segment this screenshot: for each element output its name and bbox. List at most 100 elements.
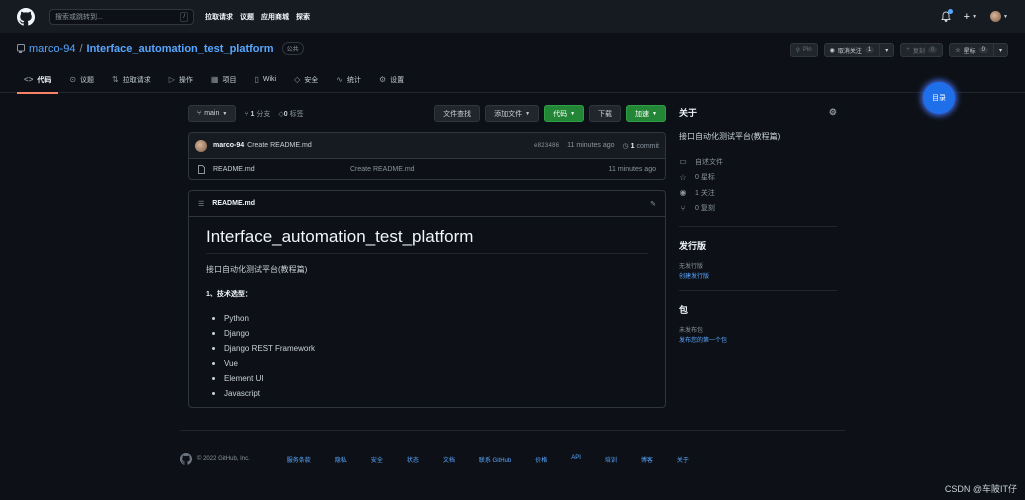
commit-history-link[interactable]: ◷ 1 commit: [623, 142, 659, 150]
github-mark-icon[interactable]: [180, 453, 192, 465]
watchers-link[interactable]: ◉ 1 关注: [679, 185, 837, 201]
eye-icon: ◉: [679, 188, 687, 198]
watermark: CSDN @车陂IT仔: [944, 484, 1017, 494]
chevron-down-icon: ▼: [222, 110, 228, 117]
search-shortcut-hint: /: [180, 11, 188, 22]
commit-message[interactable]: Create README.md: [247, 142, 312, 149]
nav-issues[interactable]: 议题: [240, 12, 254, 22]
code-button-label: 代码: [553, 110, 568, 118]
footer-link-api[interactable]: API: [571, 455, 581, 464]
readme-section-heading: 1、技术选型：: [206, 291, 252, 298]
footer-link-security[interactable]: 安全: [371, 455, 383, 464]
branch-count-label: 分支: [256, 110, 271, 118]
star-button[interactable]: ☆ 星标 0 ▾: [949, 43, 1008, 57]
packages-heading[interactable]: 包: [679, 303, 837, 316]
footer-link-blog[interactable]: 博客: [641, 455, 653, 464]
footer-link-status[interactable]: 状态: [407, 455, 419, 464]
readme-subtitle: 接口自动化测试平台(教程篇): [206, 265, 308, 274]
footer-link-privacy[interactable]: 隐私: [335, 455, 347, 464]
list-item: Django REST Framework: [206, 341, 648, 356]
table-row: README.md Create README.md 11 minutes ag…: [189, 159, 665, 180]
pin-button[interactable]: ⚲ Pin: [789, 43, 818, 57]
find-file-button[interactable]: 文件查找: [434, 105, 481, 122]
tab-label: 项目: [222, 76, 237, 84]
publish-package-link[interactable]: 发布您的第一个包: [679, 335, 837, 344]
chevron-down-icon: ▼: [652, 110, 657, 117]
tab-label: 统计: [346, 76, 361, 84]
toc-floating-button[interactable]: 目录: [923, 82, 955, 114]
list-item: Javascript: [206, 386, 648, 401]
footer: © 2022 GitHub, Inc. 服务条款 隐私 安全 状态 文档 联系 …: [180, 430, 845, 465]
readme-link[interactable]: ▭ 自述文件: [679, 154, 837, 170]
chevron-down-icon[interactable]: ▾: [999, 47, 1002, 54]
branch-select[interactable]: ⑂ main ▼: [188, 105, 237, 122]
star-label: 星标: [963, 48, 976, 55]
file-list: marco-94 Create README.md e823486 11 min…: [188, 132, 666, 180]
about-sidebar: 关于 ⚙ 接口自动化测试平台(教程篇) ▭ 自述文件 ☆ 0 星标 ◉ 1 关注 ⑂ 0…: [679, 106, 837, 344]
create-new-button[interactable]: + ▼: [964, 11, 977, 23]
fork-button[interactable]: ⑂ 复刻 0: [900, 43, 944, 57]
releases-heading[interactable]: 发行版: [679, 239, 837, 252]
chevron-down-icon[interactable]: ▾: [885, 47, 888, 54]
tab-settings[interactable]: ⚙ 设置: [372, 66, 411, 93]
footer-link-terms[interactable]: 服务条款: [287, 455, 311, 464]
tab-insights[interactable]: ∿ 统计: [329, 66, 368, 93]
download-button[interactable]: 下载: [589, 105, 622, 122]
notifications-button[interactable]: [940, 9, 953, 22]
fork-icon: ⑂: [906, 47, 910, 53]
tab-code[interactable]: <> 代码: [17, 66, 59, 94]
add-file-button[interactable]: 添加文件 ▼: [485, 105, 540, 122]
book-icon: ▭: [679, 157, 687, 167]
accelerate-button[interactable]: 加速 ▼: [626, 105, 666, 122]
nav-marketplace[interactable]: 应用商城: [261, 12, 289, 22]
tab-projects[interactable]: ▦ 项目: [204, 66, 244, 93]
nav-pull-requests[interactable]: 拉取请求: [205, 12, 233, 22]
stat-label: 0 星标: [695, 174, 715, 182]
tab-actions[interactable]: ▷ 操作: [162, 66, 200, 93]
footer-link-training[interactable]: 培训: [605, 455, 617, 464]
commit-sha[interactable]: e823486: [534, 142, 559, 149]
footer-row: © 2022 GitHub, Inc. 服务条款 隐私 安全 状态 文档 联系 …: [180, 453, 845, 465]
pull-request-icon: ⇅: [112, 75, 119, 84]
graph-icon: ∿: [336, 75, 343, 84]
create-release-link[interactable]: 创建发行版: [679, 271, 837, 280]
repo-stats: ▭ 自述文件 ☆ 0 星标 ◉ 1 关注 ⑂ 0 复刻: [679, 154, 837, 216]
file-name-link[interactable]: README.md: [213, 166, 350, 173]
tab-issues[interactable]: ⊙ 议题: [62, 66, 101, 93]
github-logo-icon[interactable]: [17, 7, 35, 26]
repo-name-link[interactable]: Interface_automation_test_platform: [87, 43, 274, 55]
file-commit-message[interactable]: Create README.md: [350, 166, 415, 173]
commit-age: 11 minutes ago: [567, 142, 615, 149]
tab-pull-requests[interactable]: ⇅ 拉取请求: [105, 66, 158, 93]
search-input[interactable]: 搜索或跳转到... /: [49, 8, 194, 25]
star-icon: ☆: [955, 47, 961, 54]
code-button[interactable]: 代码 ▼: [544, 105, 585, 122]
repo-owner-link[interactable]: marco-94: [29, 43, 75, 55]
footer-link-contact[interactable]: 联系 GitHub: [479, 455, 511, 464]
stars-link[interactable]: ☆ 0 星标: [679, 170, 837, 186]
pencil-icon[interactable]: ✎: [650, 200, 656, 208]
branches-link[interactable]: ⑂ 1 分支: [244, 109, 270, 119]
repo-tabs: <> 代码 ⊙ 议题 ⇅ 拉取请求 ▷ 操作 ▦ 项目 ▯ Wiki ◇ 安全 ∿ 统计 ⚙ 设置: [0, 66, 1025, 94]
footer-link-docs[interactable]: 文档: [443, 455, 455, 464]
watch-label: 取消关注: [837, 48, 862, 55]
list-item: Python: [206, 311, 648, 326]
tab-label: 安全: [304, 76, 319, 84]
gear-icon[interactable]: ⚙: [829, 107, 837, 118]
list-item: Vue: [206, 356, 648, 371]
tab-security[interactable]: ◇ 安全: [287, 66, 325, 93]
footer-link-pricing[interactable]: 价格: [535, 455, 547, 464]
nav-explore[interactable]: 探索: [296, 12, 310, 22]
list-icon[interactable]: ☰: [198, 200, 204, 208]
footer-link-about[interactable]: 关于: [677, 455, 689, 464]
commit-author[interactable]: marco-94: [213, 142, 244, 149]
visibility-badge: 公共: [281, 42, 304, 55]
file-age: 11 minutes ago: [608, 166, 656, 173]
user-menu-button[interactable]: ▼: [990, 11, 1008, 22]
chevron-down-icon: ▼: [1003, 13, 1008, 20]
forks-link[interactable]: ⑂ 0 复刻: [679, 201, 837, 217]
tags-link[interactable]: ◇0 标签: [278, 109, 303, 119]
watch-button[interactable]: ◉ 取消关注 1 ▾: [823, 43, 895, 57]
tab-wiki[interactable]: ▯ Wiki: [247, 66, 283, 93]
tech-list: Python Django Django REST Framework Vue …: [206, 311, 648, 401]
